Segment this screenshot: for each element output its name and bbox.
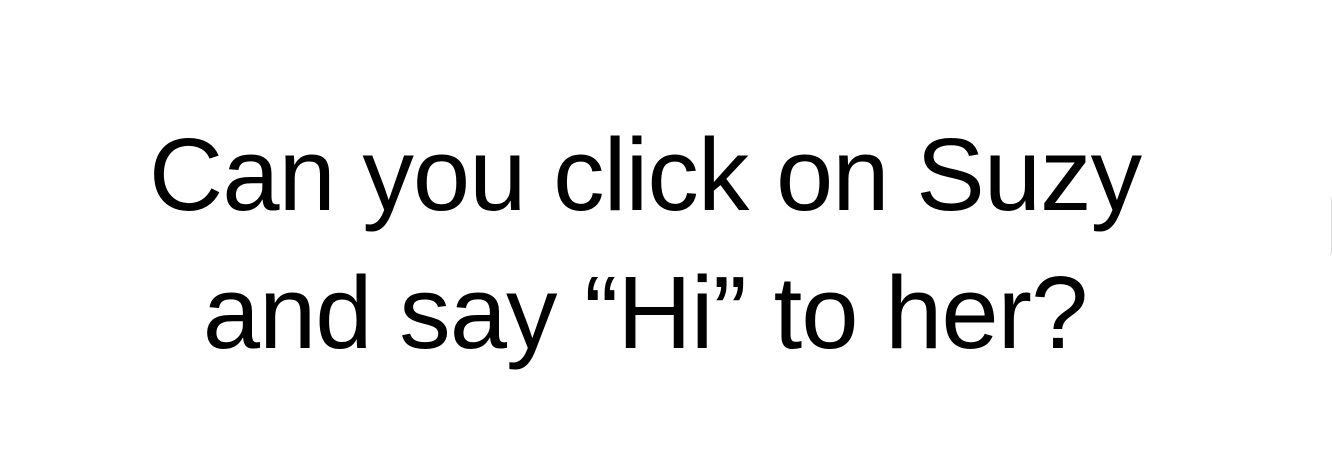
slide-canvas: Can you click on Suzy and say “Hi” to he… <box>0 0 1332 474</box>
right-edge-mark <box>1328 196 1332 256</box>
instruction-line-1: Can you click on Suzy <box>148 117 1142 232</box>
instruction-line-2: and say “Hi” to her? <box>202 255 1089 370</box>
